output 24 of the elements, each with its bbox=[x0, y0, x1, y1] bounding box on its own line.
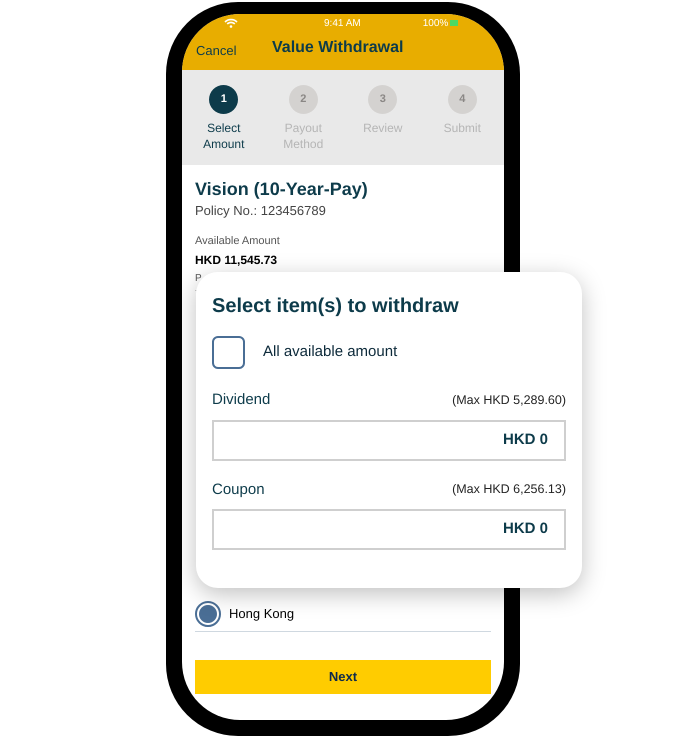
wifi-icon bbox=[224, 18, 238, 28]
policy-name: Vision (10-Year-Pay) bbox=[195, 178, 369, 201]
available-label: Available Amount bbox=[195, 234, 281, 248]
policy-number: Policy No.: 123456789 bbox=[195, 202, 327, 220]
section-label: P bbox=[195, 272, 203, 286]
amount-field[interactable]: HKD 0 bbox=[212, 509, 566, 550]
max-amount: (Max HKD 5,289.60) bbox=[452, 392, 566, 409]
step-label: Select Amount bbox=[202, 120, 246, 152]
amount-field[interactable]: HKD 0 bbox=[212, 420, 566, 460]
max-amount: (Max HKD 6,256.13) bbox=[452, 481, 566, 498]
status-time: 9:41 AM bbox=[324, 16, 361, 30]
radio-label: Hong Kong bbox=[229, 605, 294, 624]
dialog-title: Select item(s) to withdraw bbox=[212, 294, 460, 319]
next-button[interactable]: Next bbox=[195, 660, 491, 694]
radio-button[interactable] bbox=[195, 601, 221, 627]
available-amount: HKD 11,545.73 bbox=[195, 252, 278, 269]
cancel-button[interactable]: Cancel bbox=[196, 40, 272, 60]
battery-level: 100% bbox=[422, 16, 448, 30]
item-label: Coupon bbox=[212, 480, 265, 500]
checkbox[interactable] bbox=[212, 336, 245, 369]
checkbox-label: All available amount bbox=[263, 342, 398, 362]
battery-icon bbox=[450, 20, 458, 26]
screen-title: Value Withdrawal bbox=[272, 38, 404, 58]
item-label: Dividend bbox=[212, 390, 270, 410]
